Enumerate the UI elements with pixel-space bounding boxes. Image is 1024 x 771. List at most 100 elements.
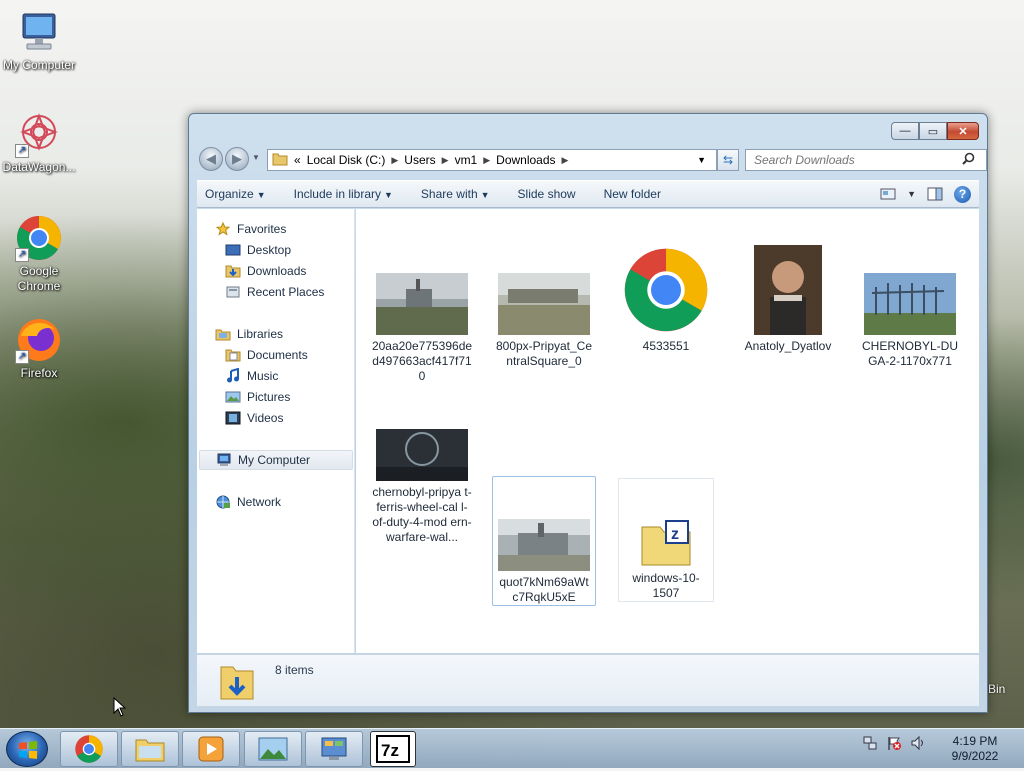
- desktop-icon-label: My Computer: [2, 58, 76, 72]
- image-thumbnail-icon: [370, 243, 474, 335]
- desktop-icon-label: DataWagon...: [2, 160, 76, 174]
- search-icon[interactable]: [962, 152, 975, 168]
- refresh-button[interactable]: ⇆: [717, 149, 739, 171]
- forward-button[interactable]: ▶: [225, 147, 249, 171]
- view-options-chevron-icon[interactable]: ▼: [907, 189, 916, 199]
- share-with-menu[interactable]: Share with ▼: [421, 187, 490, 201]
- svg-text:7z: 7z: [381, 741, 399, 760]
- nav-favorites[interactable]: Favorites: [215, 219, 286, 239]
- shortcut-arrow-icon: ↗: [15, 248, 29, 262]
- breadcrumb-separator-icon[interactable]: ▶: [483, 155, 490, 166]
- breadcrumb-users[interactable]: Users: [404, 153, 435, 167]
- nav-documents[interactable]: Documents: [225, 345, 308, 365]
- organize-label: Organize: [205, 187, 254, 201]
- address-bar[interactable]: « Local Disk (C:) ▶ Users ▶ vm1 ▶ Downlo…: [267, 149, 717, 171]
- taskbar-7zip-button[interactable]: 7z: [370, 731, 416, 767]
- change-view-icon[interactable]: [879, 185, 897, 203]
- nav-my-computer[interactable]: My Computer: [199, 450, 353, 470]
- help-icon[interactable]: ?: [954, 185, 971, 203]
- downloads-folder-large-icon: [219, 661, 255, 704]
- taskbar-control-panel-button[interactable]: [305, 731, 363, 767]
- taskbar-photo-viewer-button[interactable]: [244, 731, 302, 767]
- breadcrumb-separator-icon[interactable]: ▶: [391, 155, 398, 166]
- file-item[interactable]: 20aa20e775396de d497663acf417f71 0: [370, 243, 474, 384]
- desktop-icon-google-chrome[interactable]: ↗ Google Chrome: [0, 214, 78, 294]
- maximize-button[interactable]: ▭: [919, 122, 947, 140]
- nav-favorites-label: Favorites: [237, 222, 287, 236]
- breadcrumb-separator-icon[interactable]: ▶: [562, 155, 569, 166]
- system-tray: [862, 735, 926, 754]
- desktop-icon-label: Google Chrome: [17, 264, 61, 293]
- nav-libraries[interactable]: Libraries: [215, 324, 283, 344]
- nav-pictures[interactable]: Pictures: [225, 387, 290, 407]
- breadcrumb-local-disk[interactable]: Local Disk (C:): [307, 153, 386, 167]
- photo-viewer-icon: [258, 737, 288, 761]
- file-name: Anatoly_Dyatlov: [744, 339, 832, 353]
- taskbar-chrome-button[interactable]: [60, 731, 118, 767]
- documents-icon: [225, 347, 241, 363]
- toolbar-right: ▼ ?: [879, 185, 971, 203]
- include-in-library-menu[interactable]: Include in library ▼: [294, 187, 393, 201]
- image-thumbnail-icon: [858, 243, 962, 335]
- computer-icon: [216, 452, 232, 468]
- taskbar: 7z 4:19 PM 9/9/2022: [0, 728, 1024, 768]
- recent-pages-chevron-icon[interactable]: ▼: [252, 153, 260, 162]
- network-status-icon[interactable]: [862, 735, 878, 754]
- address-dropdown-icon[interactable]: ▼: [697, 155, 706, 165]
- nav-downloads[interactable]: Downloads: [225, 261, 306, 281]
- nav-recent-places[interactable]: Recent Places: [225, 282, 324, 302]
- breadcrumb-downloads[interactable]: Downloads: [496, 153, 555, 167]
- close-button[interactable]: ✕: [947, 122, 979, 140]
- preview-pane-icon[interactable]: [926, 185, 944, 203]
- caption-buttons: — ▭ ✕: [891, 122, 979, 140]
- desktop-icon-label: Firefox: [20, 366, 58, 380]
- nav-network[interactable]: Network: [215, 492, 281, 512]
- nav-desktop[interactable]: Desktop: [225, 240, 291, 260]
- nav-music[interactable]: Music: [225, 366, 278, 386]
- breadcrumb-overflow[interactable]: «: [294, 153, 301, 167]
- file-name: windows-10-1507: [632, 571, 700, 600]
- file-item[interactable]: z windows-10-1507: [618, 478, 714, 602]
- media-player-icon: [198, 736, 224, 762]
- control-panel-icon: [321, 737, 347, 760]
- clock[interactable]: 4:19 PM 9/9/2022: [940, 734, 1010, 764]
- navigation-pane: Favorites Desktop Downloads Recent Place…: [197, 209, 355, 653]
- file-item[interactable]: chernobyl-pripya t-ferris-wheel-cal l-of…: [370, 389, 474, 545]
- svg-text:z: z: [671, 526, 679, 543]
- taskbar-media-player-button[interactable]: [182, 731, 240, 767]
- nav-libraries-label: Libraries: [237, 327, 284, 341]
- desktop-icon-firefox[interactable]: ↗ Firefox: [0, 316, 78, 381]
- minimize-button[interactable]: —: [891, 122, 919, 140]
- desktop-icon: [225, 242, 241, 258]
- start-button[interactable]: [6, 731, 48, 767]
- file-item[interactable]: CHERNOBYL-DU GA-2-1170x771: [858, 243, 962, 369]
- back-button[interactable]: ◀: [199, 147, 223, 171]
- folder-icon: [272, 152, 288, 169]
- file-item-selected[interactable]: quot7kNm69aWt c7RqkU5xE: [492, 476, 596, 606]
- breadcrumb-vm1[interactable]: vm1: [455, 153, 478, 167]
- file-item[interactable]: 4533551: [614, 243, 718, 354]
- shortcut-arrow-icon: ↗: [15, 350, 29, 364]
- desktop-icon-datawagon[interactable]: ↗ DataWagon...: [0, 110, 78, 175]
- taskbar-explorer-button[interactable]: [121, 731, 179, 767]
- search-input[interactable]: [752, 152, 962, 168]
- breadcrumb-separator-icon[interactable]: ▶: [442, 155, 449, 166]
- clock-date: 9/9/2022: [951, 749, 999, 763]
- action-center-icon[interactable]: [886, 735, 902, 754]
- file-item[interactable]: Anatoly_Dyatlov: [736, 243, 840, 354]
- nav-documents-label: Documents: [247, 348, 308, 362]
- slide-show-button[interactable]: Slide show: [518, 187, 576, 201]
- caret-down-icon: ▼: [384, 190, 393, 200]
- volume-icon[interactable]: [910, 735, 926, 754]
- my-computer-icon: [15, 8, 63, 56]
- new-folder-button[interactable]: New folder: [604, 187, 661, 201]
- recycle-bin-label[interactable]: Bin: [988, 682, 1005, 696]
- file-name: 20aa20e775396de d497663acf417f71 0: [371, 339, 473, 383]
- organize-menu[interactable]: Organize ▼: [205, 187, 266, 201]
- file-item[interactable]: 800px-Pripyat_Ce ntralSquare_0: [492, 243, 596, 369]
- file-list: 20aa20e775396de d497663acf417f71 0 800px…: [356, 209, 979, 653]
- nav-videos[interactable]: Videos: [225, 408, 283, 428]
- libraries-icon: [215, 326, 231, 342]
- desktop-icon-my-computer[interactable]: My Computer: [0, 8, 78, 73]
- search-box[interactable]: [745, 149, 987, 171]
